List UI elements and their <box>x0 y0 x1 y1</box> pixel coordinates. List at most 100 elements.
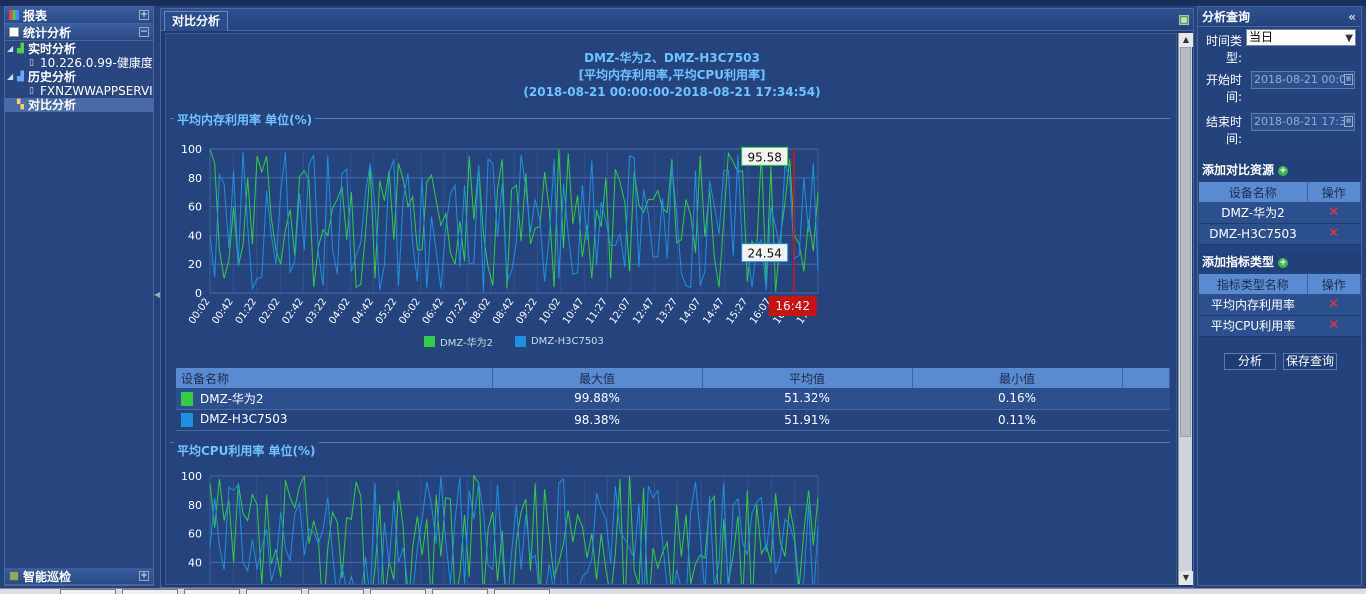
scroll-up-arrow-icon[interactable]: ▲ <box>1179 33 1193 47</box>
smart-patrol-header[interactable]: 智能巡检 + <box>5 568 153 585</box>
taskbar-tab[interactable] <box>184 589 240 594</box>
col-max[interactable]: 最大值 <box>492 368 703 388</box>
col-min[interactable]: 最小值 <box>912 368 1123 388</box>
col-operation: 操作 <box>1307 182 1361 202</box>
x-tick-label: 01:22 <box>234 296 260 326</box>
tree-item-device-health[interactable]: ▯ 10.226.0.99-健康度 <box>5 56 153 70</box>
max-value: 98.38% <box>492 409 702 431</box>
avg-value: 51.32% <box>702 388 912 410</box>
add-resource-label: 添加对比资源 <box>1202 163 1275 177</box>
start-time-label: 开始时间: <box>1205 73 1242 104</box>
taskbar-tab[interactable] <box>122 589 178 594</box>
compare-icon: ▚ <box>17 100 24 110</box>
resource-name: DMZ-华为2 <box>1199 202 1307 224</box>
max-value: 99.88% <box>492 388 702 410</box>
col-device-name[interactable]: 设备名称 <box>176 368 493 388</box>
x-tick-label: 10:47 <box>561 296 587 326</box>
tree-item-history[interactable]: ◢ ▟ 历史分析 <box>5 70 153 84</box>
end-time-input[interactable]: 2018-08-21 17:3 ▦ <box>1251 113 1355 131</box>
delete-icon[interactable]: ✕ <box>1328 226 1339 241</box>
scroll-down-arrow-icon[interactable]: ▼ <box>1179 571 1193 585</box>
main-panel: 对比分析 ▦ DMZ-华为2、DMZ-H3C7503 [平均内存利用率,平均CP… <box>160 8 1194 588</box>
y-tick-label: 100 <box>181 143 202 156</box>
stats-analysis-label: 统计分析 <box>23 25 72 40</box>
metric-table: 指标类型名称 操作 平均内存利用率 ✕ 平均CPU利用率 ✕ <box>1199 274 1361 337</box>
expand-plus-icon[interactable]: + <box>139 571 149 581</box>
taskbar-tab[interactable] <box>370 589 426 594</box>
delete-icon[interactable]: ✕ <box>1328 318 1339 333</box>
reports-header[interactable]: 报表 + <box>5 7 153 24</box>
start-time-input[interactable]: 2018-08-21 00:0 ▦ <box>1251 71 1355 89</box>
table-row[interactable]: DMZ-华为2 99.88% 51.32% 0.16% <box>176 388 1170 410</box>
x-tick-label: 11:27 <box>584 296 610 326</box>
patrol-icon <box>9 571 19 581</box>
min-value: 0.16% <box>912 388 1122 410</box>
y-tick-label: 20 <box>188 258 202 271</box>
tree-item-server[interactable]: ▯ FXNZWWAPPSERVI <box>5 84 153 98</box>
y-tick-label: 60 <box>188 201 202 214</box>
chart-title-metrics: [平均内存利用率,平均CPU利用率] <box>578 68 766 82</box>
tree-item-realtime[interactable]: ◢ ▟ 实时分析 <box>5 42 153 56</box>
section-title-memory: 平均内存利用率 单位(%) <box>174 111 316 128</box>
tree-item-compare[interactable]: ▚ 对比分析 <box>5 98 153 112</box>
taskbar-tab[interactable] <box>246 589 302 594</box>
calendar-icon[interactable]: ▦ <box>1344 116 1353 127</box>
table-row: DMZ-H3C7503 ✕ <box>1199 223 1361 245</box>
taskbar-tab[interactable] <box>60 589 116 594</box>
add-metric-header: 添加指标类型 + <box>1198 253 1361 271</box>
x-tick-label: 09:22 <box>514 296 540 326</box>
expand-plus-icon[interactable]: + <box>139 10 149 20</box>
tree-item-label: FXNZWWAPPSERVI <box>40 84 153 98</box>
x-tick-label: 00:02 <box>187 296 213 326</box>
x-tick-label: 10:02 <box>538 296 564 326</box>
col-avg[interactable]: 平均值 <box>702 368 913 388</box>
tree-expand-icon[interactable]: ◢ <box>7 73 15 81</box>
col-operation: 操作 <box>1307 274 1361 294</box>
x-tick-label: 03:22 <box>304 296 330 326</box>
add-resource-icon[interactable]: + <box>1278 165 1289 176</box>
add-metric-icon[interactable]: + <box>1278 257 1289 268</box>
scroll-thumb[interactable] <box>1180 47 1191 437</box>
tree-item-label: 10.226.0.99-健康度 <box>40 56 153 70</box>
taskbar-tab[interactable] <box>308 589 364 594</box>
x-tick-label: 12:47 <box>631 296 657 326</box>
table-row[interactable]: DMZ-H3C7503 98.38% 51.91% 0.11% <box>176 409 1170 431</box>
save-query-button[interactable]: 保存查询 <box>1283 353 1337 370</box>
taskbar-tab[interactable] <box>432 589 488 594</box>
stats-table: 设备名称 最大值 平均值 最小值 DMZ-华为2 99.88% 51.32% 0… <box>176 368 1170 431</box>
chart-title-devices: DMZ-华为2、DMZ-H3C7503 <box>584 51 760 65</box>
query-panel-title: 分析查询 <box>1202 10 1251 24</box>
x-tick-label: 15:27 <box>725 296 751 326</box>
panel-splitter-handle[interactable]: ◀ <box>154 280 160 310</box>
chart-title-range: (2018-08-21 00:00:00-2018-08-21 17:34:54… <box>523 85 821 99</box>
x-tick-label: 00:42 <box>210 296 236 326</box>
analyze-button[interactable]: 分析 <box>1224 353 1276 370</box>
tree-expand-icon[interactable]: ◢ <box>7 45 15 53</box>
tab-compare-analysis[interactable]: 对比分析 <box>164 11 229 31</box>
collapse-icon[interactable]: « <box>1348 7 1356 27</box>
x-tick-label: 14:47 <box>701 296 727 326</box>
y-tick-label: 40 <box>188 556 202 569</box>
tree-item-label: 实时分析 <box>28 42 77 56</box>
vertical-scrollbar[interactable]: ▲ ▼ <box>1178 33 1193 585</box>
resource-table: 设备名称 操作 DMZ-华为2 ✕ DMZ-H3C7503 ✕ <box>1199 182 1361 245</box>
delete-icon[interactable]: ✕ <box>1328 297 1339 312</box>
time-type-select[interactable]: 当日 ▼ <box>1246 29 1356 46</box>
x-tick-label: 04:42 <box>351 296 377 326</box>
x-tick-label: 08:42 <box>491 296 517 326</box>
tree-item-label: 历史分析 <box>28 70 77 84</box>
delete-icon[interactable]: ✕ <box>1328 205 1339 220</box>
top-strip <box>0 0 1366 6</box>
export-icon[interactable]: ▦ <box>1179 15 1189 25</box>
collapse-minus-icon[interactable]: − <box>139 27 149 37</box>
stats-analysis-header[interactable]: 统计分析 − <box>5 24 153 41</box>
legend-label[interactable]: DMZ-H3C7503 <box>531 336 604 347</box>
avg-value: 51.91% <box>702 409 912 431</box>
calendar-icon[interactable]: ▦ <box>1344 74 1353 85</box>
reports-label: 报表 <box>23 8 48 23</box>
legend-label[interactable]: DMZ-华为2 <box>440 334 493 349</box>
taskbar-tab[interactable] <box>494 589 550 594</box>
tooltip-green-value: 95.58 <box>748 150 782 164</box>
add-resource-header: 添加对比资源 + <box>1198 161 1361 179</box>
cpu-usage-chart[interactable]: 40 60 80 100 <box>176 466 856 585</box>
